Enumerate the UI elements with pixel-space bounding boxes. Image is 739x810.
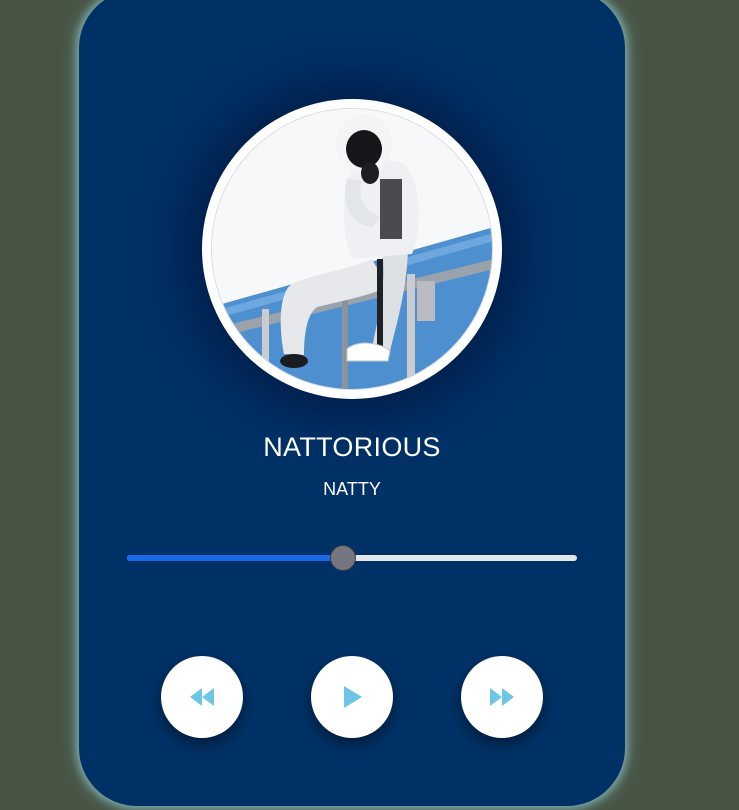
track-title: NATTORIOUS	[263, 432, 441, 462]
fast-forward-button[interactable]	[461, 656, 543, 738]
music-player-card: NATTORIOUS NATTY	[79, 0, 625, 806]
progress-fill	[127, 555, 343, 561]
album-art	[211, 108, 493, 390]
album-art-frame	[202, 99, 502, 399]
fast-forward-icon	[490, 688, 514, 706]
rewind-icon	[190, 688, 214, 706]
rewind-button[interactable]	[161, 656, 243, 738]
progress-thumb[interactable]	[330, 545, 356, 571]
play-icon	[344, 686, 362, 708]
track-artist: NATTY	[323, 479, 381, 499]
progress-slider[interactable]	[127, 545, 577, 571]
play-button[interactable]	[311, 656, 393, 738]
